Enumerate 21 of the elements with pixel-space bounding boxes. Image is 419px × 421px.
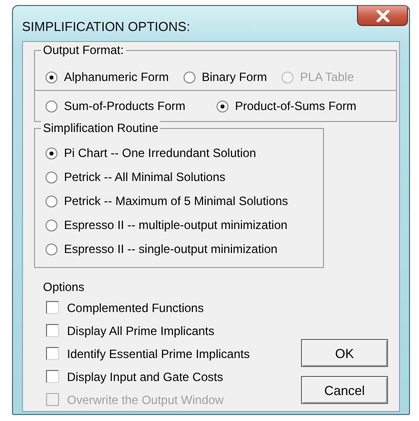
close-button[interactable] [357, 6, 408, 26]
options-label: Options [43, 280, 86, 294]
radio-option[interactable]: Espresso II -- single-output minimization [45, 239, 323, 259]
radio-option[interactable]: Petrick -- All Minimal Solutions [45, 167, 323, 187]
radio-option[interactable]: Petrick -- Maximum of 5 Minimal Solutions [45, 191, 323, 211]
checkbox-option[interactable]: Display All Prime Implicants [43, 319, 301, 342]
window-title: SIMPLIFICATION OPTIONS: [22, 19, 190, 34]
radio-option[interactable]: Sum-of-Products Form [45, 99, 216, 113]
checkbox-option[interactable]: Display Input and Gate Costs [43, 365, 301, 388]
radio-option[interactable]: Binary Form [182, 70, 268, 84]
close-icon [374, 10, 390, 22]
radio-option[interactable]: Alphanumeric Form [45, 70, 169, 84]
group-label: Simplification Routine [41, 121, 160, 135]
radio-option[interactable]: Pi Chart -- One Irredundant Solution [45, 143, 323, 163]
radio-option[interactable]: Product-of-Sums Form [216, 99, 356, 113]
dialog-button[interactable]: Cancel [301, 376, 388, 404]
radio-option[interactable]: Espresso II -- multiple-output minimization [45, 215, 323, 235]
checkbox-option[interactable]: Complemented Functions [43, 296, 301, 319]
checkbox-option[interactable]: Identify Essential Prime Implicants [43, 342, 301, 365]
group-label: Output Format: [41, 43, 126, 57]
dialog-button[interactable]: OK [301, 339, 388, 367]
